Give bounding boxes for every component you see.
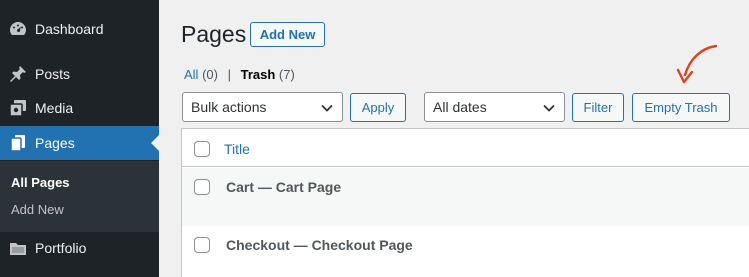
sidebar-item-label: Posts (35, 66, 71, 82)
sidebar-item-label: Media (35, 100, 74, 116)
sidebar-item-dashboard[interactable]: Dashboard (0, 12, 159, 46)
sidebar-item-label: Pages (35, 135, 75, 151)
pages-submenu: All Pages Add New (0, 161, 159, 232)
bulk-actions-value: Bulk actions (191, 99, 267, 115)
page-title: Pages (181, 21, 247, 47)
add-new-button[interactable]: Add New (250, 22, 325, 47)
chevron-down-icon (543, 104, 555, 112)
pages-table: Title Cart — Cart Page Checkout — Checko… (181, 128, 749, 277)
status-filters: All (0) | Trash (7) (184, 67, 295, 82)
row-checkbox[interactable] (194, 179, 210, 195)
filter-trash-link[interactable]: Trash (241, 67, 276, 82)
filter-separator: | (227, 67, 231, 82)
row-checkbox[interactable] (194, 237, 210, 253)
submenu-item-all-pages[interactable]: All Pages (11, 175, 70, 190)
pages-icon (8, 133, 28, 153)
admin-sidebar: Dashboard Posts Media Pages All Pages Ad… (0, 0, 159, 277)
row-title[interactable]: Checkout — Checkout Page (226, 237, 413, 253)
select-all-checkbox[interactable] (194, 141, 210, 157)
sidebar-item-posts[interactable]: Posts (0, 57, 159, 91)
table-row: Checkout — Checkout Page (182, 226, 749, 277)
bulk-actions-select[interactable]: Bulk actions (182, 92, 343, 122)
submenu-item-add-new[interactable]: Add New (11, 202, 64, 217)
filter-all-count: (0) (202, 67, 218, 82)
apply-button[interactable]: Apply (350, 93, 406, 122)
media-icon (8, 98, 28, 118)
annotation-arrow-icon (676, 44, 718, 84)
sidebar-item-pages[interactable]: Pages (0, 126, 159, 160)
chevron-down-icon (321, 104, 333, 112)
folder-icon (8, 238, 28, 258)
sidebar-item-media[interactable]: Media (0, 91, 159, 125)
pushpin-icon (8, 64, 28, 84)
filter-all-link[interactable]: All (184, 67, 198, 82)
empty-trash-button[interactable]: Empty Trash (632, 93, 730, 122)
sidebar-item-label: Portfolio (35, 240, 87, 256)
sidebar-item-portfolio[interactable]: Portfolio (0, 231, 159, 265)
dashboard-icon (8, 19, 28, 39)
filter-trash-count: (7) (278, 67, 295, 82)
sidebar-item-label: Dashboard (35, 21, 104, 37)
dates-select[interactable]: All dates (424, 92, 565, 122)
table-row: Cart — Cart Page (182, 168, 749, 226)
filter-button[interactable]: Filter (572, 93, 624, 122)
column-header-title[interactable]: Title (224, 141, 250, 157)
dates-value: All dates (433, 99, 487, 115)
table-header: Title (182, 129, 749, 167)
row-title[interactable]: Cart — Cart Page (226, 179, 341, 195)
